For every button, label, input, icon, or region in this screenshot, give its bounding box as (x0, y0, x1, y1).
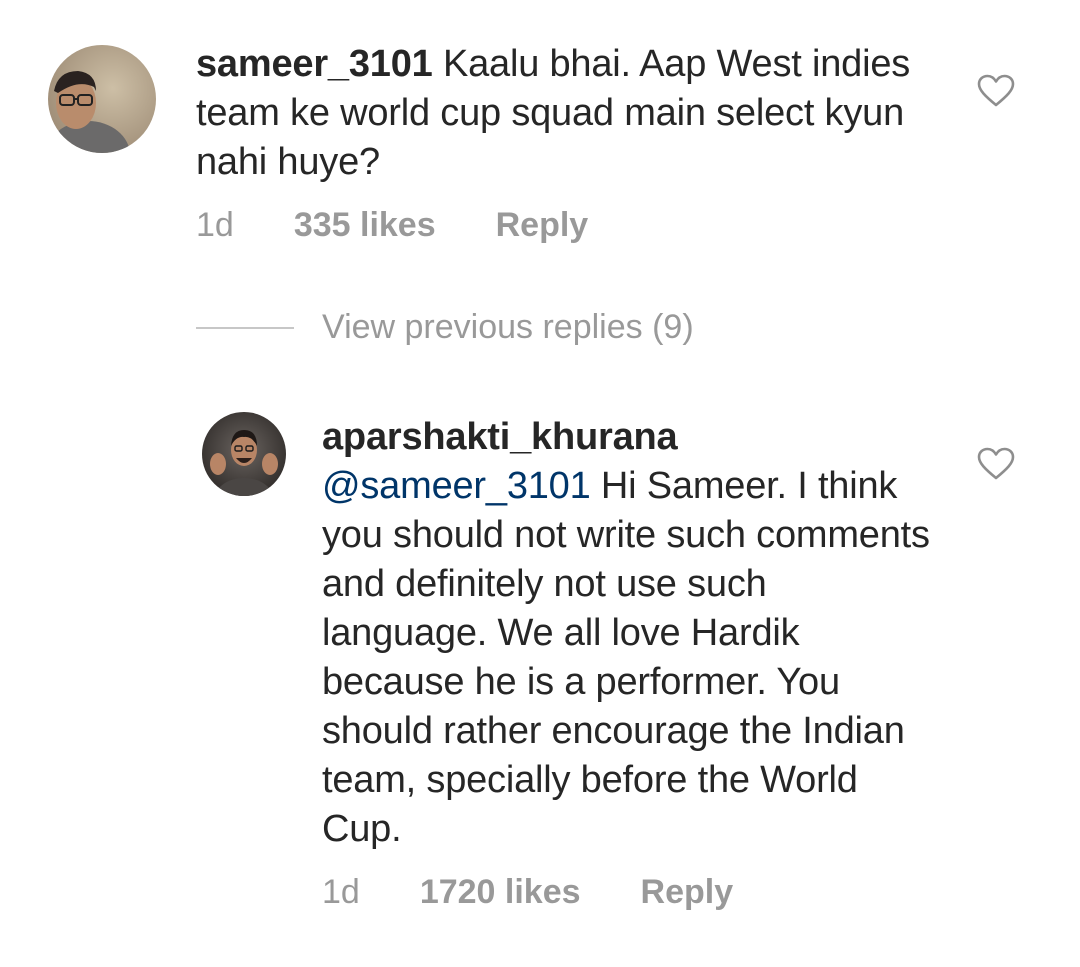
comment-mention[interactable]: @sameer_3101 (322, 465, 591, 507)
comment-likes-count[interactable]: 335 likes (294, 206, 436, 245)
reply-button[interactable]: Reply (496, 206, 589, 245)
reply-button[interactable]: Reply (641, 873, 734, 912)
view-previous-replies-label: View previous replies (9) (322, 308, 694, 346)
heart-outline-icon[interactable] (977, 74, 1015, 113)
comment-meta: 1d 335 likes Reply (196, 206, 588, 245)
comment-username[interactable]: sameer_3101 (196, 43, 433, 85)
comment-username[interactable]: aparshakti_khurana (322, 416, 678, 458)
comment-likes-count[interactable]: 1720 likes (420, 873, 581, 912)
avatar-aparshakti[interactable] (202, 412, 286, 496)
comment-time: 1d (196, 206, 234, 244)
heart-outline-icon[interactable] (977, 447, 1015, 486)
avatar-sameer[interactable] (48, 45, 156, 153)
user-avatar-photo-icon (48, 45, 156, 153)
user-avatar-photo-icon (202, 412, 286, 496)
comment-meta: 1d 1720 likes Reply (322, 873, 733, 912)
comment-time: 1d (322, 873, 360, 911)
comment-text: Hi Sameer. I think you should not write … (322, 465, 930, 850)
comment-body: aparshakti_khurana @sameer_3101 Hi Samee… (322, 413, 942, 854)
view-previous-replies-button[interactable]: View previous replies (9) (196, 308, 694, 347)
comment-body: sameer_3101 Kaalu bhai. Aap West indies … (196, 40, 936, 187)
divider (196, 326, 294, 329)
